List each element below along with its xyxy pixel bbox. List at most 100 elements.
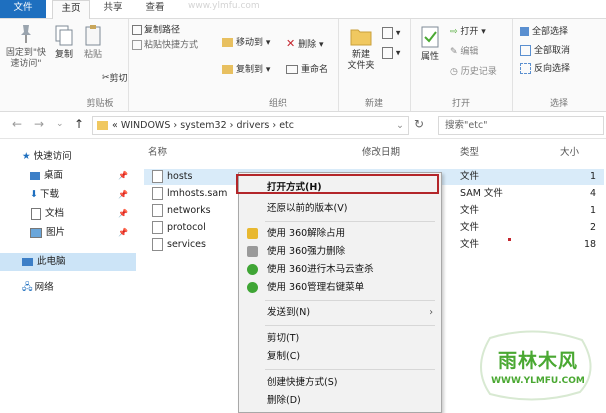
sidebar-item-this-pc[interactable]: 此电脑 xyxy=(0,253,136,271)
open-group-label: 打开 xyxy=(451,99,470,109)
ylmf-logo: 雨林木风 WWW.YLMFU.COM xyxy=(470,330,600,408)
forward-icon[interactable]: → xyxy=(34,117,44,131)
select-none-label: 全部取消 xyxy=(534,46,571,56)
cut-label: 剪切(T) xyxy=(267,333,300,344)
properties-button[interactable]: 属性 xyxy=(416,25,444,63)
easy-access-button[interactable]: ▾ xyxy=(382,47,400,60)
download-arrow-icon: ⬇ xyxy=(30,189,38,200)
history-icon: ◷ xyxy=(450,67,458,77)
copy-label: 复制(C) xyxy=(267,351,301,362)
column-header-size[interactable]: 大小 xyxy=(560,144,579,158)
copy-folder-icon xyxy=(222,65,233,74)
forcedel360-label: 使用 360强力删除 xyxy=(267,246,346,257)
sidebar-item-downloads[interactable]: ⬇ 下载 📌 xyxy=(0,187,136,203)
desktop-icon xyxy=(30,171,40,180)
pin-icon: 📌 xyxy=(118,209,128,218)
menu-separator xyxy=(265,369,435,370)
recent-dropdown-icon[interactable]: ⌄ xyxy=(56,119,64,129)
new-folder-button[interactable]: 新建 文件夹 xyxy=(344,25,378,72)
paste-shortcut-button[interactable]: 粘贴快捷方式 xyxy=(132,40,218,52)
menu-item-cut[interactable]: 剪切(T) xyxy=(239,330,441,347)
this-pc-label: 此电脑 xyxy=(37,256,66,267)
file-size: 1 xyxy=(590,171,597,182)
up-icon[interactable]: ↑ xyxy=(74,117,84,131)
column-header-name[interactable]: 名称 xyxy=(148,144,167,158)
paste-button[interactable]: 粘贴 xyxy=(80,23,106,61)
file-name: services xyxy=(167,239,206,250)
menu-item-360-unlock[interactable]: 使用 360解除占用 xyxy=(239,225,441,242)
menu-item-360-trojan-scan[interactable]: 使用 360进行木马云查杀 xyxy=(239,261,441,278)
pin-label: 固定到"快 速访问" xyxy=(5,48,47,69)
menu-item-delete[interactable]: 删除(D) xyxy=(239,392,441,409)
clipboard-group-label: 剪贴板 xyxy=(86,99,114,109)
open-button[interactable]: ⇨ 打开 ▾ xyxy=(450,27,486,38)
manage360-label: 使用 360管理右键菜单 xyxy=(267,282,365,293)
file-type: 文件 xyxy=(460,222,480,233)
shredder-icon xyxy=(247,246,258,257)
column-header-date[interactable]: 修改日期 xyxy=(362,144,400,158)
restore-label: 还原以前的版本(V) xyxy=(267,203,348,214)
back-icon[interactable]: ← xyxy=(12,117,22,131)
desktop-label: 桌面 xyxy=(44,170,64,181)
copy-to-button[interactable]: 复制到 ▾ xyxy=(222,65,270,76)
easy-access-icon xyxy=(382,47,393,59)
delete-button[interactable]: ✕ 删除 ▾ xyxy=(286,38,324,51)
address-dropdown-icon[interactable]: ⌄ xyxy=(396,117,404,134)
file-type: 文件 xyxy=(460,171,480,182)
menu-item-copy[interactable]: 复制(C) xyxy=(239,348,441,365)
delete-label: 删除 xyxy=(298,40,317,50)
tab-share[interactable]: 共享 xyxy=(98,0,128,18)
invert-selection-button[interactable]: 反向选择 xyxy=(520,63,570,75)
edit-button[interactable]: ✎ 编辑 xyxy=(450,47,478,58)
pin-icon: 📌 xyxy=(118,228,128,237)
select-all-label: 全部选择 xyxy=(532,27,569,37)
column-header-type[interactable]: 类型 xyxy=(460,144,479,158)
organize-group-label: 组织 xyxy=(268,99,287,109)
copy-path-icon xyxy=(132,25,142,35)
address-bar[interactable]: « WINDOWS › system32 › drivers › etc ⌄ xyxy=(92,116,409,135)
quick-access-label: 快速访问 xyxy=(33,151,72,162)
menu-item-360-manage[interactable]: 使用 360管理右键菜单 xyxy=(239,279,441,296)
sidebar-item-desktop[interactable]: 桌面 📌 xyxy=(0,168,136,184)
open-with-highlight-box xyxy=(236,174,439,194)
select-none-button[interactable]: 全部取消 xyxy=(520,45,570,57)
tab-home[interactable]: 主页 xyxy=(52,0,90,20)
edit-label: 编辑 xyxy=(460,47,479,57)
downloads-label: 下载 xyxy=(39,189,59,200)
history-button[interactable]: ◷ 历史记录 xyxy=(450,67,497,78)
open-group: 属性 ⇨ 打开 ▾ ✎ 编辑 ◷ 历史记录 打开 xyxy=(410,19,513,111)
tab-file[interactable]: 文件 xyxy=(0,0,46,18)
copy-icon xyxy=(55,25,73,46)
copy-button[interactable]: 复制 xyxy=(50,23,78,61)
new-item-button[interactable]: ▾ xyxy=(382,27,400,40)
menu-item-360-force-delete[interactable]: 使用 360强力删除 xyxy=(239,243,441,260)
select-group: 全部选择 全部取消 反向选择 选择 xyxy=(512,19,606,111)
search-input[interactable]: 搜索"etc" xyxy=(438,116,604,135)
refresh-icon[interactable]: ↻ xyxy=(414,117,424,131)
file-size: 1 xyxy=(590,205,597,216)
send-to-label: 发送到(N) xyxy=(267,307,311,318)
tab-view[interactable]: 查看 xyxy=(140,0,170,18)
ribbon-tab-bar: 文件 主页 共享 查看 www.ylmfu.com xyxy=(0,0,606,20)
menu-item-send-to[interactable]: 发送到(N) › xyxy=(239,304,441,321)
menu-item-restore[interactable]: 还原以前的版本(V) xyxy=(239,200,441,217)
sidebar-item-network[interactable]: 🖧 网络 xyxy=(0,280,136,296)
sidebar-item-quick-access[interactable]: ★ 快速访问 xyxy=(0,149,136,165)
clipboard-group: 固定到"快 速访问" 复制 粘贴 复制路径 粘贴快捷方式 ✂剪切 剪贴板 xyxy=(0,19,198,111)
new-group-label: 新建 xyxy=(364,99,383,109)
file-name: hosts xyxy=(167,171,193,182)
folder-icon xyxy=(97,121,108,130)
move-to-button[interactable]: 移动到 ▾ xyxy=(222,38,270,49)
red-dot-marker xyxy=(508,238,511,241)
pin-quick-access-button[interactable]: 固定到"快 速访问" xyxy=(4,23,48,70)
select-all-button[interactable]: 全部选择 xyxy=(520,27,568,38)
cut-button[interactable]: ✂剪切 xyxy=(102,73,142,85)
menu-item-create-shortcut[interactable]: 创建快捷方式(S) xyxy=(239,374,441,391)
sidebar-item-pictures[interactable]: 图片 📌 xyxy=(0,225,136,241)
rename-button[interactable]: 重命名 xyxy=(286,65,328,76)
new-folder-label: 新建 文件夹 xyxy=(347,50,375,71)
paste-shortcut-icon xyxy=(132,40,142,50)
sidebar-item-documents[interactable]: 文档 📌 xyxy=(0,206,136,222)
properties-check-icon xyxy=(421,26,439,48)
copy-path-button[interactable]: 复制路径 xyxy=(132,25,212,37)
